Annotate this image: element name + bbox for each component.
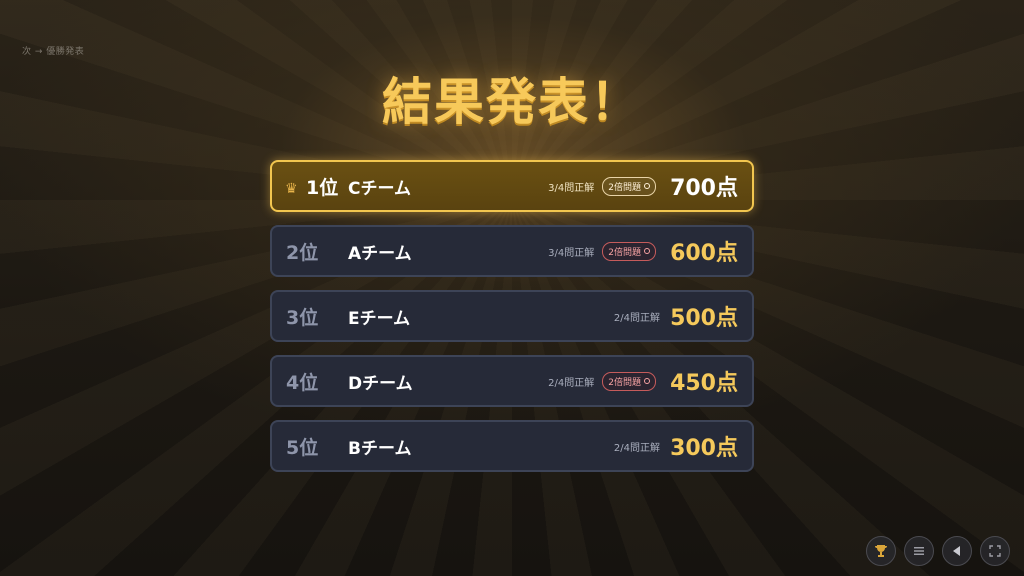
fullscreen-button[interactable] [980,536,1010,566]
ranking-row-2: 2位 Aチーム 3/4問正解 2倍問題 600点 [270,225,754,277]
row-stats: 2/4問正解 300点 [614,430,738,462]
breadcrumb: 次 → 優勝発表 [22,47,85,57]
back-button[interactable] [942,536,972,566]
double-badge-label: 2倍問題 [608,377,641,388]
back-icon [953,546,960,556]
correct-count: 2/4問正解 [548,377,595,389]
double-badge-label: 2倍問題 [608,182,641,193]
ranking-row-1: ♛ 1位 Cチーム 3/4問正解 2倍問題 700点 [270,160,754,212]
rank-label: 4位 [286,371,319,394]
page-title: 結果発表！ [382,73,642,131]
team-score: 700点 [670,176,738,201]
team-score: 500点 [670,306,738,331]
rank-label: 5位 [286,436,319,459]
menu-icon [914,547,924,555]
team-name: Bチーム [348,438,412,459]
correct-count: 3/4問正解 [548,182,595,194]
ranking-row-4: 4位 Dチーム 2/4問正解 2倍問題 450点 [270,355,754,407]
circle-icon [644,248,650,254]
fullscreen-icon [989,545,1001,557]
circle-icon [644,183,650,189]
team-score: 450点 [670,371,738,396]
circle-icon [644,378,650,384]
team-name: Cチーム [348,178,411,199]
team-name: Eチーム [348,308,411,329]
rank-label: 3位 [286,306,319,329]
double-badge: 2倍問題 [602,241,656,261]
rank-label: 2位 [286,241,319,264]
ranking-board: ♛ 1位 Cチーム 3/4問正解 2倍問題 700点 2位 Aチーム 3/4問正… [270,160,754,485]
team-name: Aチーム [348,243,412,264]
ranking-row-5: 5位 Bチーム 2/4問正解 300点 [270,420,754,472]
trophy-button[interactable] [866,536,896,566]
rank-label: 1位 [306,176,339,199]
double-badge: 2倍問題 [602,371,656,391]
double-badge: 2倍問題 [602,176,656,196]
trophy-icon [875,545,887,557]
team-score: 300点 [670,436,738,461]
correct-count: 2/4問正解 [613,312,660,324]
correct-count: 3/4問正解 [548,247,595,259]
crown-icon: ♛ [285,181,298,197]
team-name: Dチーム [348,373,413,394]
ranking-row-3: 3位 Eチーム 2/4問正解 500点 [270,290,754,342]
row-stats: 3/4問正解 2倍問題 700点 [548,170,738,202]
row-stats: 2/4問正解 500点 [614,300,738,332]
control-bar [866,536,1010,566]
correct-count: 2/4問正解 [613,442,660,454]
row-stats: 2/4問正解 2倍問題 450点 [548,365,738,397]
menu-button[interactable] [904,536,934,566]
team-score: 600点 [670,241,738,266]
row-stats: 3/4問正解 2倍問題 600点 [548,235,738,267]
double-badge-label: 2倍問題 [608,247,641,258]
